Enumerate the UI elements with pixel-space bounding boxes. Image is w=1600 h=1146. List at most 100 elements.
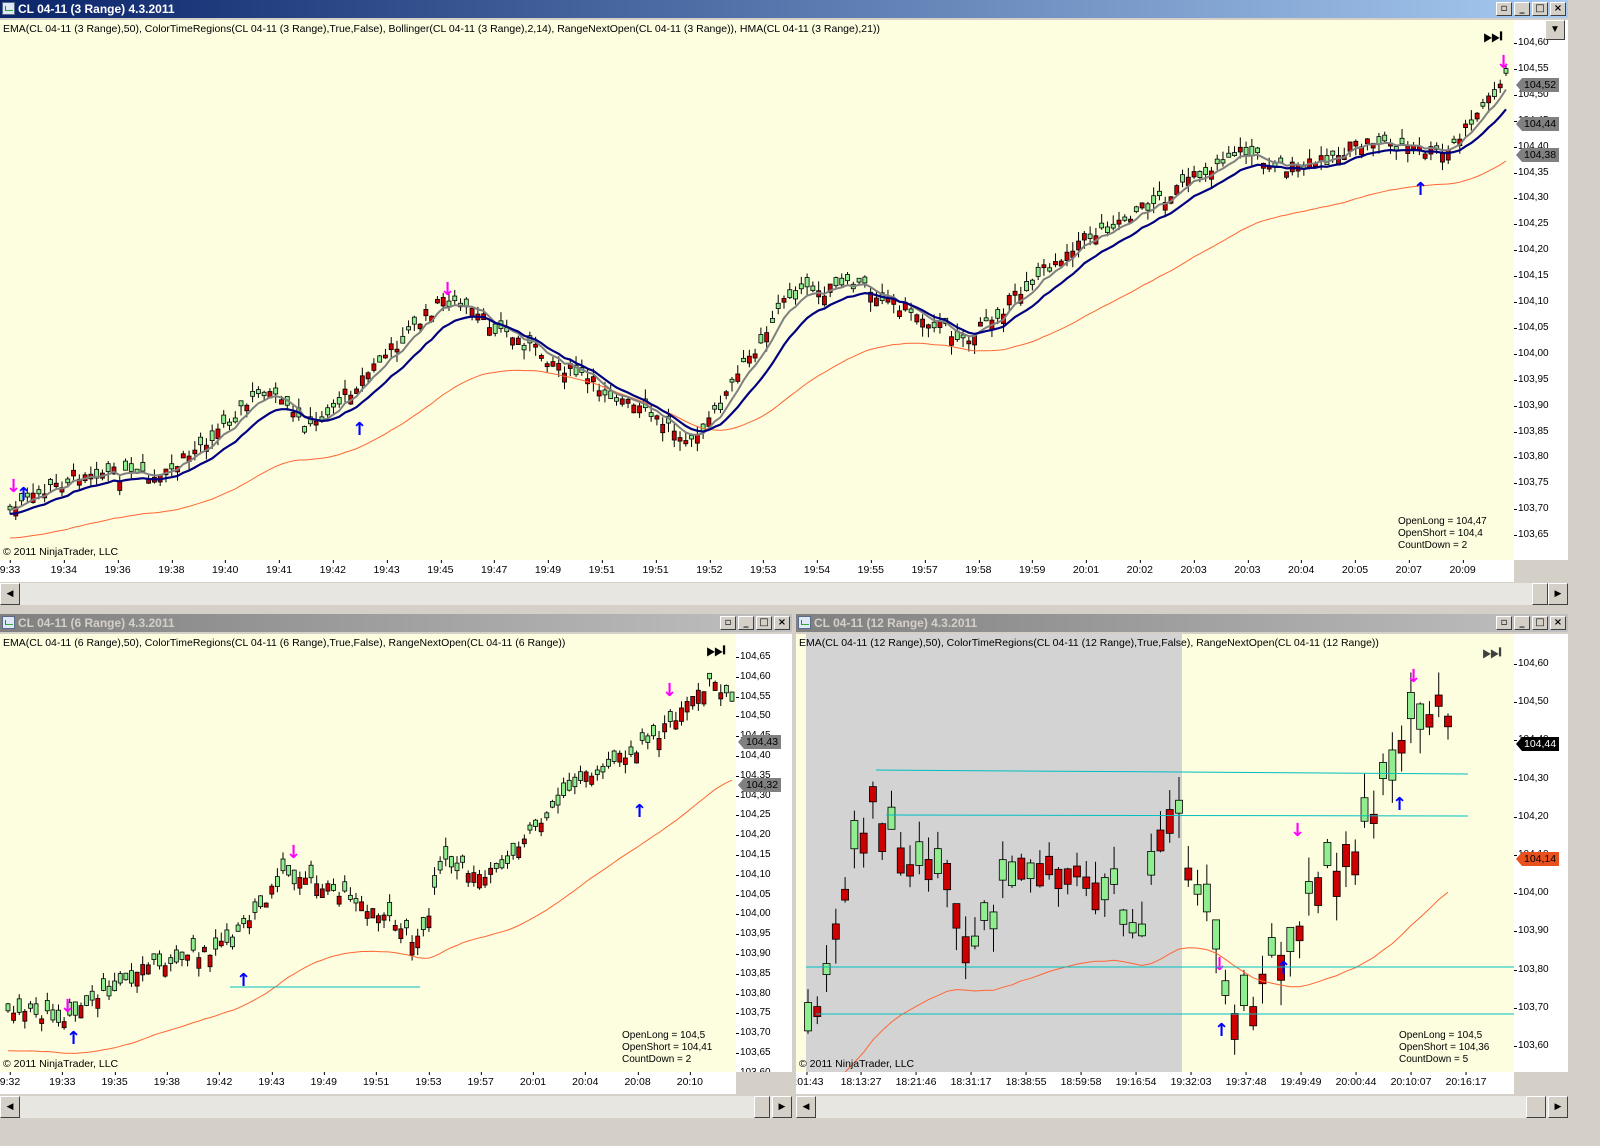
- candle: [477, 874, 482, 889]
- maximize-button[interactable]: □: [1532, 616, 1548, 630]
- scroll-thumb[interactable]: [1532, 583, 1548, 605]
- price-axis[interactable]: 104,65104,60104,55104,50104,45104,40104,…: [736, 634, 792, 1072]
- horizontal-scrollbar[interactable]: ◀ ▶: [0, 583, 1568, 605]
- candle: [297, 877, 303, 889]
- close-button[interactable]: ×: [1550, 2, 1566, 16]
- time-tick-label: 20:08: [624, 1072, 651, 1088]
- candle: [5, 1003, 11, 1012]
- countdown-label: CountDown = 5: [1399, 1054, 1469, 1065]
- minimize-button[interactable]: _: [1514, 616, 1530, 630]
- candle: [50, 1009, 56, 1021]
- time-axis[interactable]: 3:01:43 18:13:27 18:21:46 18:31:17 18:38:55 1…: [796, 1072, 1514, 1094]
- price-tick-label: 104,30: [1514, 192, 1549, 204]
- candle: [359, 901, 364, 912]
- skip-to-end-icon[interactable]: ⏭: [1482, 642, 1502, 664]
- candle: [196, 957, 202, 969]
- price-chart-plot[interactable]: ↓ ↓ ↓ ↑ ↑ ↑ EMA(CL 04-11 (12 Range),50), Colo…: [796, 634, 1514, 1072]
- time-tick-label: 19:51: [362, 1072, 390, 1088]
- title-bar[interactable]: CL 04-11 (3 Range) 4.3.2011 ▫ _ □ ×: [0, 0, 1568, 18]
- time-tick-label: 19:57: [911, 560, 938, 576]
- price-axis[interactable]: 104,60104,55104,50104,45104,40104,35104,…: [1514, 20, 1568, 560]
- candle: [325, 407, 331, 416]
- candle: [924, 859, 933, 881]
- minimize-button[interactable]: _: [1514, 2, 1530, 16]
- arrow-right-icon[interactable]: ▶: [1548, 1096, 1568, 1118]
- close-button[interactable]: ×: [774, 616, 790, 630]
- candle: [1054, 868, 1063, 890]
- candle: [594, 769, 600, 775]
- time-tick-label: 19:16:54: [1115, 1072, 1157, 1088]
- time-tick-label: 18:31:17: [950, 1072, 992, 1088]
- candle: [887, 806, 896, 830]
- candle: [544, 363, 550, 368]
- candle: [1425, 714, 1434, 728]
- last-price-marker: 104,44: [1516, 117, 1560, 131]
- candle: [1202, 883, 1211, 913]
- arrow-right-icon[interactable]: ▶: [1548, 583, 1568, 605]
- candle: [1180, 174, 1185, 183]
- arrow-left-icon[interactable]: ◀: [796, 1096, 816, 1118]
- price-axis[interactable]: 104,60104,50104,40104,30104,20104,10104,…: [1514, 634, 1568, 1072]
- candle: [280, 858, 286, 872]
- price-tick-label: 103,65: [736, 1047, 771, 1058]
- arrow-left-icon[interactable]: ◀: [0, 1096, 20, 1118]
- candle: [336, 397, 342, 405]
- time-tick-label: 19:33: [49, 1072, 76, 1088]
- skip-to-end-icon[interactable]: ⏭: [706, 640, 726, 662]
- price-tick-label: 104,50: [1514, 696, 1549, 708]
- chart-menu-dropdown[interactable]: ▼: [1545, 20, 1565, 40]
- arrow-left-icon[interactable]: ◀: [0, 583, 20, 605]
- candle: [169, 463, 175, 470]
- close-button[interactable]: ×: [1550, 616, 1566, 630]
- ema-line: [9, 160, 1507, 539]
- candle: [856, 277, 862, 283]
- time-tick-label: 18:13:27: [840, 1072, 882, 1088]
- candle: [145, 964, 151, 975]
- restore-small-icon[interactable]: ▫: [720, 616, 736, 630]
- scroll-thumb[interactable]: [754, 1096, 770, 1118]
- title-bar[interactable]: CL 04-11 (6 Range) 4.3.2011 ▫ _ □ ×: [0, 614, 792, 632]
- price-chart-plot[interactable]: ↓ ↓ ↓ ↑ ↑ ↑ EMA(CL 04-11 (6 Range),50), Color…: [0, 634, 736, 1072]
- candle: [244, 404, 250, 412]
- candle: [1382, 134, 1388, 142]
- title-bar[interactable]: CL 04-11 (12 Range) 4.3.2011 ▫ _ □ ×: [796, 614, 1568, 632]
- candle: [625, 398, 631, 404]
- candle: [157, 953, 162, 967]
- candle: [117, 973, 123, 984]
- price-tick-label: 104,05: [736, 888, 771, 900]
- candle: [527, 824, 533, 831]
- price-tick-label: 103,70: [1514, 1001, 1549, 1013]
- restore-small-icon[interactable]: ▫: [1496, 2, 1512, 16]
- candle: [404, 920, 409, 929]
- time-tick-label: 19:59: [1019, 560, 1046, 576]
- arrow-right-icon[interactable]: ▶: [772, 1096, 792, 1118]
- candle: [671, 430, 677, 441]
- candle: [1212, 919, 1221, 950]
- candle: [746, 355, 752, 364]
- candle: [662, 723, 668, 733]
- scroll-thumb[interactable]: [1526, 1096, 1546, 1118]
- candle: [859, 832, 868, 854]
- candle: [1175, 799, 1183, 814]
- horizontal-scrollbar[interactable]: ◀ ▶: [0, 1096, 792, 1118]
- candle: [1012, 290, 1018, 296]
- price-chart-plot[interactable]: ↓ ↓ ↓ ↑ ↑ ↑ EMA(CL 04-11 (3 Range),50), Color…: [0, 20, 1514, 560]
- maximize-button[interactable]: □: [756, 616, 772, 630]
- time-axis[interactable]: 9:33 19:34 19:36 19:38 19:40 19:41 19:42 19:43 1…: [0, 560, 1514, 582]
- price-tick-label: 103,90: [736, 948, 771, 959]
- candle: [36, 489, 42, 495]
- horizontal-scrollbar[interactable]: ◀ ▶: [796, 1096, 1568, 1118]
- restore-small-icon[interactable]: ▫: [1496, 616, 1512, 630]
- candle: [250, 390, 255, 397]
- candle: [1053, 261, 1058, 266]
- candle: [1184, 867, 1193, 881]
- maximize-button[interactable]: □: [1532, 2, 1548, 16]
- candle: [1284, 171, 1289, 178]
- candle: [215, 428, 221, 440]
- time-axis[interactable]: 9:32 19:33 19:35 19:38 19:42 19:43 19:49 19:51 1…: [0, 1072, 736, 1094]
- skip-to-end-icon[interactable]: ⏭: [1483, 26, 1503, 48]
- time-tick-label: 9:32: [0, 1072, 21, 1088]
- candle: [608, 390, 614, 399]
- minimize-button[interactable]: _: [738, 616, 754, 630]
- candle: [209, 430, 215, 442]
